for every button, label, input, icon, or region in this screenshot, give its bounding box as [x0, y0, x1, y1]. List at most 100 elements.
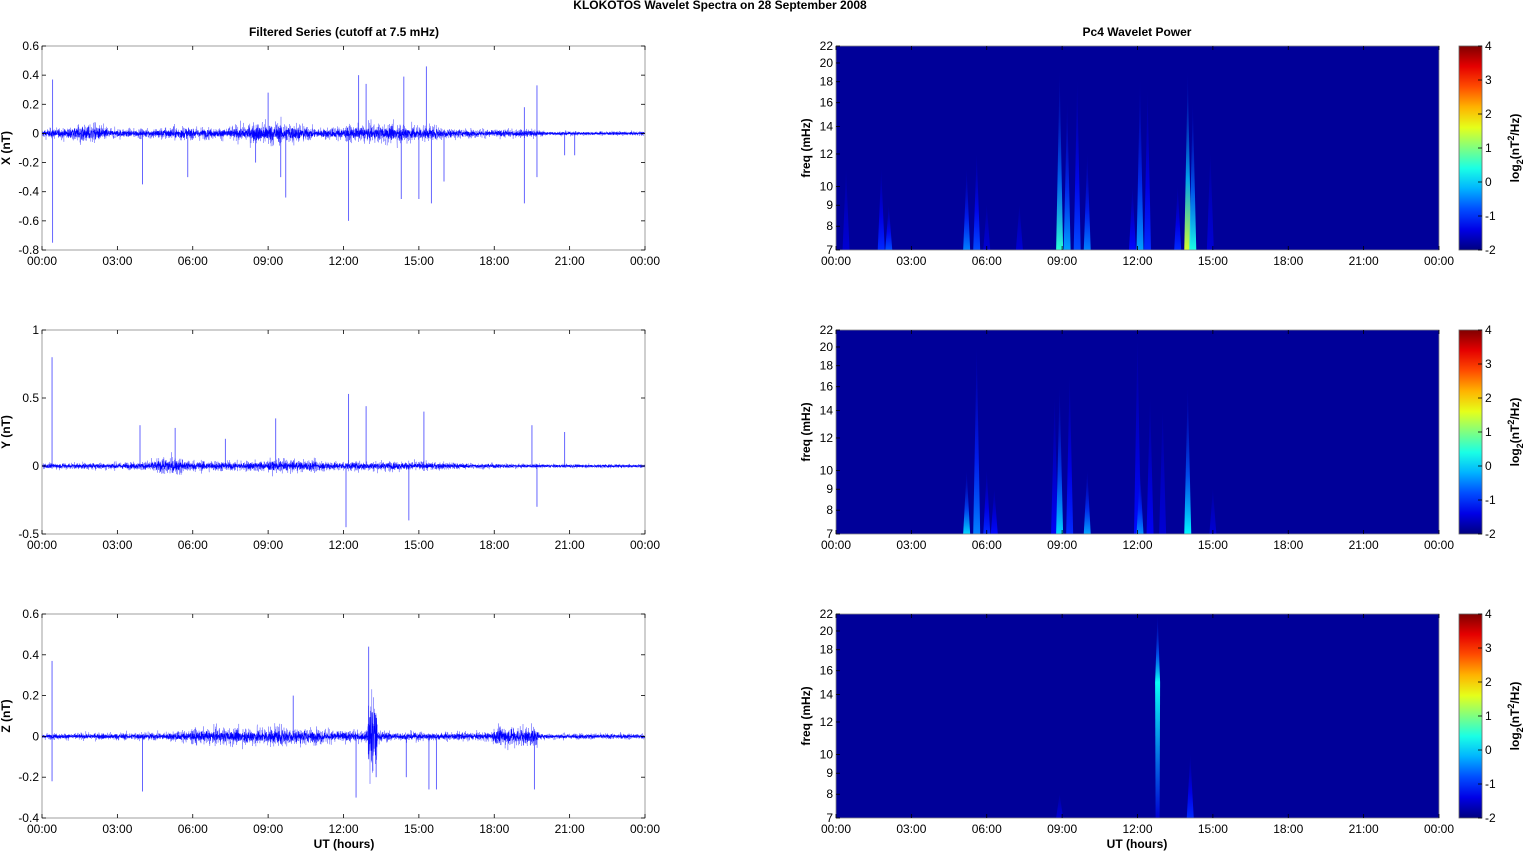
- x-tick-label: 12:00: [1122, 822, 1152, 836]
- y-tick-label: 12: [820, 147, 834, 161]
- y-tick-label: 0.2: [22, 689, 39, 703]
- y-tick-label: 8: [826, 787, 833, 801]
- x-tick-label: 09:00: [1047, 822, 1077, 836]
- y-tick-label: 14: [820, 404, 834, 418]
- y-tick-label: 0.4: [22, 648, 39, 662]
- x-tick-label: 09:00: [253, 254, 283, 268]
- colorbar-tick-label: 4: [1485, 323, 1492, 337]
- colorbar-tick-label: 1: [1485, 709, 1492, 723]
- colorbar-tick-label: -1: [1485, 209, 1496, 223]
- colorbar-label-part: (nT: [1508, 140, 1522, 159]
- x-tick-label: 21:00: [1349, 822, 1379, 836]
- x-tick-label: 15:00: [1198, 538, 1228, 552]
- y-axis-label: Z (nT): [0, 699, 13, 732]
- y-axis-label: X (nT): [0, 131, 13, 165]
- y-tick-label: 9: [826, 198, 833, 212]
- x-tick-label: 18:00: [1273, 538, 1303, 552]
- colorbar-label-part: /Hz): [1508, 398, 1522, 420]
- x-tick-label: 00:00: [630, 254, 660, 268]
- y-tick-label: 9: [826, 482, 833, 496]
- colorbar-tick-label: -2: [1485, 811, 1496, 825]
- figure: KLOKOTOS Wavelet Spectra on 28 September…: [0, 0, 1525, 851]
- x-axis-label-left: UT (hours): [314, 837, 375, 851]
- colorbar-label-part: log: [1508, 448, 1522, 466]
- colorbar-label-part: /Hz): [1508, 682, 1522, 704]
- x-tick-label: 09:00: [253, 822, 283, 836]
- y-tick-label: 14: [820, 688, 834, 702]
- colorbar-tick-label: 0: [1485, 175, 1492, 189]
- colorbar-label-part: log: [1508, 732, 1522, 750]
- x-tick-label: 06:00: [178, 822, 208, 836]
- colorbar-label-part: (nT: [1508, 424, 1522, 443]
- y-tick-label: 18: [820, 643, 834, 657]
- x-tick-label: 06:00: [972, 538, 1002, 552]
- y-tick-label: 1: [32, 323, 39, 337]
- colorbar-label-part: (nT: [1508, 708, 1522, 727]
- y-tick-label: 22: [820, 607, 834, 621]
- y-tick-label: 0.6: [22, 607, 39, 621]
- y-tick-label: 18: [820, 75, 834, 89]
- wavelet-power-y: [836, 330, 1439, 534]
- x-tick-label: 15:00: [1198, 822, 1228, 836]
- x-tick-label: 00:00: [1424, 538, 1454, 552]
- y-tick-label: 20: [820, 56, 834, 70]
- x-tick-label: 00:00: [1424, 254, 1454, 268]
- x-tick-label: 12:00: [328, 538, 358, 552]
- colorbar-tick-label: 3: [1485, 641, 1492, 655]
- series-z-plot: [42, 646, 645, 798]
- x-tick-label: 21:00: [1349, 254, 1379, 268]
- x-tick-label: 18:00: [1273, 822, 1303, 836]
- x-tick-label: 09:00: [1047, 254, 1077, 268]
- x-tick-label: 03:00: [896, 822, 926, 836]
- y-tick-label: 20: [820, 624, 834, 638]
- x-tick-label: 03:00: [896, 254, 926, 268]
- y-tick-label: 7: [826, 243, 833, 257]
- y-tick-label: 0.4: [22, 68, 39, 82]
- y-axis-label: freq (mHz): [799, 686, 813, 745]
- plot-frame: [41, 45, 646, 251]
- y-tick-label: 10: [820, 179, 834, 193]
- x-tick-label: 06:00: [972, 822, 1002, 836]
- figure-title: KLOKOTOS Wavelet Spectra on 28 September…: [573, 0, 867, 12]
- wavelet-power-z: [836, 614, 1439, 818]
- y-tick-label: -0.4: [18, 185, 39, 199]
- colorbar-label: log2(nT2/Hz): [1506, 398, 1525, 467]
- x-tick-label: 18:00: [479, 822, 509, 836]
- x-tick-label: 12:00: [1122, 538, 1152, 552]
- y-tick-label: 8: [826, 219, 833, 233]
- colorbar-tick-label: -1: [1485, 777, 1496, 791]
- y-tick-label: 0: [32, 729, 39, 743]
- colorbar-label-part: log: [1508, 164, 1522, 182]
- plot-frame: [41, 329, 646, 535]
- y-axis-label: freq (mHz): [799, 118, 813, 177]
- colorbar-tick-label: 2: [1485, 675, 1492, 689]
- y-tick-label: 14: [820, 120, 834, 134]
- y-tick-label: 22: [820, 39, 834, 53]
- colorbar-label: log2(nT2/Hz): [1506, 114, 1525, 183]
- x-tick-label: 06:00: [972, 254, 1002, 268]
- x-tick-label: 12:00: [328, 254, 358, 268]
- x-tick-label: 21:00: [1349, 538, 1379, 552]
- y-tick-label: 12: [820, 715, 834, 729]
- left-column-title: Filtered Series (cutoff at 7.5 mHz): [249, 25, 439, 39]
- colorbar-label: log2(nT2/Hz): [1506, 682, 1525, 751]
- colorbar-tick-label: -1: [1485, 493, 1496, 507]
- y-tick-label: 20: [820, 340, 834, 354]
- colorbar-tick-label: 4: [1485, 39, 1492, 53]
- y-tick-label: -0.4: [18, 811, 39, 825]
- x-tick-label: 12:00: [1122, 254, 1152, 268]
- x-tick-label: 00:00: [1424, 822, 1454, 836]
- x-axis-label-right: UT (hours): [1107, 837, 1168, 851]
- x-tick-label: 21:00: [555, 254, 585, 268]
- colorbar-label-part: /Hz): [1508, 114, 1522, 136]
- y-tick-label: 22: [820, 323, 834, 337]
- x-tick-label: 18:00: [1273, 254, 1303, 268]
- x-tick-label: 09:00: [253, 538, 283, 552]
- x-tick-label: 15:00: [404, 822, 434, 836]
- y-tick-label: 0.5: [22, 391, 39, 405]
- y-tick-label: 8: [826, 503, 833, 517]
- series-y-plot: [42, 357, 645, 528]
- series-line: [42, 458, 645, 474]
- colorbar-tick-label: 2: [1485, 107, 1492, 121]
- colorbar-tick-label: 1: [1485, 141, 1492, 155]
